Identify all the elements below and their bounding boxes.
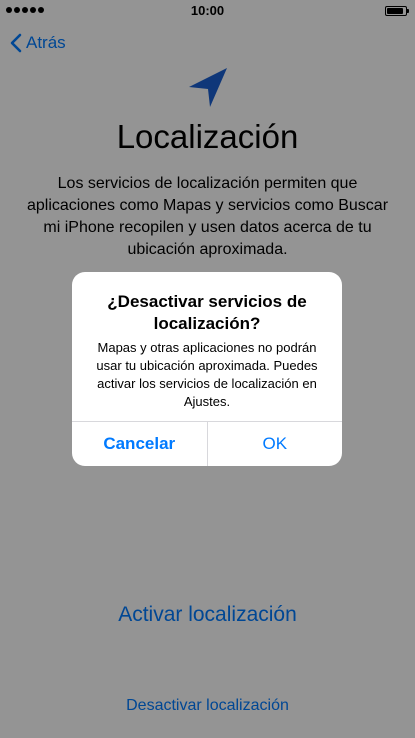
- alert-title: ¿Desactivar servicios de localización?: [107, 292, 307, 333]
- setup-screen: 10:00 Atrás Localización Los servicios d…: [0, 0, 415, 738]
- disable-location-alert: ¿Desactivar servicios de localización? M…: [72, 272, 342, 466]
- cancel-button[interactable]: Cancelar: [72, 422, 208, 466]
- alert-actions: Cancelar OK: [72, 421, 342, 466]
- alert-message: Mapas y otras aplicaciones no podrán usa…: [96, 340, 318, 409]
- ok-button[interactable]: OK: [208, 422, 343, 466]
